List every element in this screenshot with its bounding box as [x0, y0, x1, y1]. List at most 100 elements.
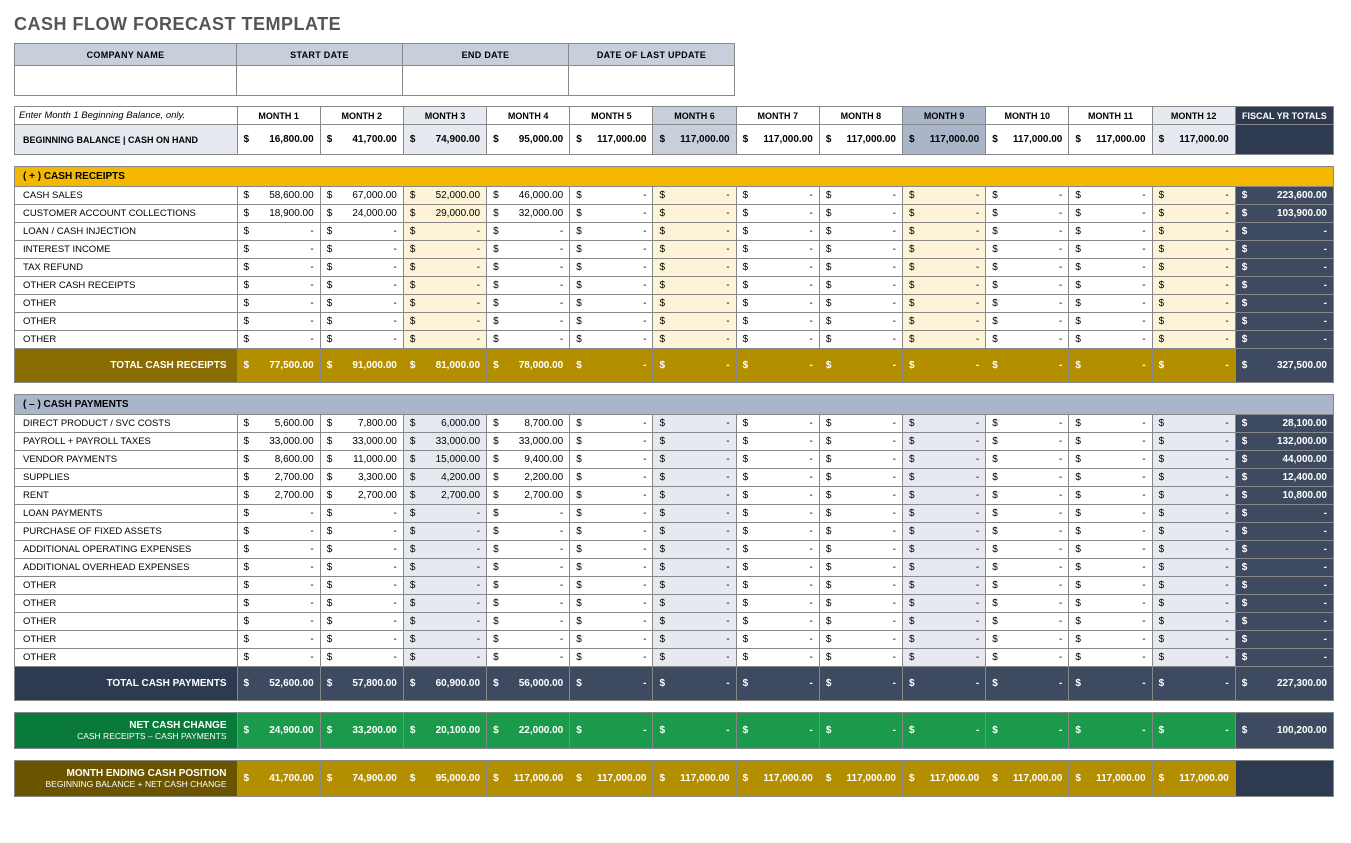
receipts-cell[interactable]: -: [1069, 295, 1152, 313]
payments-cell[interactable]: -: [403, 577, 486, 595]
receipts-cell[interactable]: -: [819, 205, 902, 223]
payments-cell[interactable]: -: [487, 613, 570, 631]
payments-cell[interactable]: -: [986, 613, 1069, 631]
payments-cell[interactable]: -: [736, 433, 819, 451]
payments-cell[interactable]: -: [237, 559, 320, 577]
payments-cell[interactable]: -: [903, 541, 986, 559]
payments-cell[interactable]: -: [570, 649, 653, 667]
receipts-cell[interactable]: -: [1069, 313, 1152, 331]
company-name-input[interactable]: [15, 66, 237, 96]
payments-cell[interactable]: -: [986, 469, 1069, 487]
receipts-cell[interactable]: -: [570, 277, 653, 295]
beginning-balance-cell[interactable]: 41,700.00: [320, 125, 403, 155]
payments-cell[interactable]: -: [403, 613, 486, 631]
payments-cell[interactable]: -: [1152, 577, 1235, 595]
payments-cell[interactable]: -: [819, 415, 902, 433]
payments-cell[interactable]: -: [1069, 541, 1152, 559]
payments-cell[interactable]: -: [237, 631, 320, 649]
receipts-cell[interactable]: -: [1152, 205, 1235, 223]
payments-cell[interactable]: -: [903, 613, 986, 631]
payments-cell[interactable]: 7,800.00: [320, 415, 403, 433]
receipts-cell[interactable]: -: [736, 259, 819, 277]
payments-cell[interactable]: -: [819, 505, 902, 523]
payments-cell[interactable]: -: [487, 541, 570, 559]
payments-cell[interactable]: -: [1152, 487, 1235, 505]
receipts-cell[interactable]: -: [903, 259, 986, 277]
receipts-cell[interactable]: -: [819, 241, 902, 259]
payments-cell[interactable]: -: [237, 523, 320, 541]
payments-cell[interactable]: 4,200.00: [403, 469, 486, 487]
payments-cell[interactable]: -: [1069, 415, 1152, 433]
receipts-cell[interactable]: -: [487, 331, 570, 349]
payments-cell[interactable]: -: [819, 433, 902, 451]
receipts-cell[interactable]: -: [819, 259, 902, 277]
beginning-balance-cell[interactable]: 117,000.00: [903, 125, 986, 155]
receipts-cell[interactable]: -: [736, 187, 819, 205]
receipts-cell[interactable]: -: [653, 259, 736, 277]
payments-cell[interactable]: -: [403, 595, 486, 613]
payments-cell[interactable]: -: [570, 559, 653, 577]
payments-cell[interactable]: -: [653, 433, 736, 451]
payments-cell[interactable]: -: [903, 451, 986, 469]
payments-cell[interactable]: -: [903, 505, 986, 523]
receipts-cell[interactable]: -: [403, 277, 486, 295]
payments-cell[interactable]: -: [903, 415, 986, 433]
receipts-cell[interactable]: -: [903, 205, 986, 223]
receipts-cell[interactable]: -: [819, 187, 902, 205]
receipts-cell[interactable]: -: [903, 331, 986, 349]
payments-cell[interactable]: -: [653, 541, 736, 559]
receipts-cell[interactable]: 52,000.00: [403, 187, 486, 205]
last-update-input[interactable]: [569, 66, 735, 96]
payments-cell[interactable]: -: [1152, 541, 1235, 559]
receipts-cell[interactable]: -: [819, 313, 902, 331]
payments-cell[interactable]: -: [653, 559, 736, 577]
receipts-cell[interactable]: -: [903, 313, 986, 331]
receipts-cell[interactable]: -: [986, 277, 1069, 295]
receipts-cell[interactable]: -: [653, 295, 736, 313]
payments-cell[interactable]: -: [487, 595, 570, 613]
payments-cell[interactable]: -: [1152, 559, 1235, 577]
beginning-balance-cell[interactable]: 117,000.00: [736, 125, 819, 155]
receipts-cell[interactable]: -: [819, 295, 902, 313]
payments-cell[interactable]: -: [653, 577, 736, 595]
receipts-cell[interactable]: -: [903, 295, 986, 313]
receipts-cell[interactable]: -: [653, 241, 736, 259]
receipts-cell[interactable]: -: [1152, 295, 1235, 313]
payments-cell[interactable]: -: [320, 523, 403, 541]
receipts-cell[interactable]: -: [237, 241, 320, 259]
payments-cell[interactable]: 9,400.00: [487, 451, 570, 469]
payments-cell[interactable]: -: [986, 451, 1069, 469]
receipts-cell[interactable]: -: [986, 259, 1069, 277]
payments-cell[interactable]: -: [986, 433, 1069, 451]
receipts-cell[interactable]: -: [1069, 223, 1152, 241]
receipts-cell[interactable]: -: [986, 295, 1069, 313]
start-date-input[interactable]: [237, 66, 403, 96]
payments-cell[interactable]: 15,000.00: [403, 451, 486, 469]
payments-cell[interactable]: -: [819, 577, 902, 595]
receipts-cell[interactable]: -: [736, 331, 819, 349]
receipts-cell[interactable]: 24,000.00: [320, 205, 403, 223]
receipts-cell[interactable]: -: [237, 259, 320, 277]
receipts-cell[interactable]: -: [736, 295, 819, 313]
beginning-balance-cell[interactable]: 117,000.00: [986, 125, 1069, 155]
payments-cell[interactable]: -: [320, 649, 403, 667]
receipts-cell[interactable]: -: [570, 205, 653, 223]
payments-cell[interactable]: -: [403, 523, 486, 541]
payments-cell[interactable]: 2,700.00: [237, 469, 320, 487]
receipts-cell[interactable]: -: [570, 259, 653, 277]
receipts-cell[interactable]: -: [1069, 205, 1152, 223]
receipts-cell[interactable]: -: [487, 241, 570, 259]
payments-cell[interactable]: -: [570, 451, 653, 469]
end-date-input[interactable]: [403, 66, 569, 96]
payments-cell[interactable]: -: [570, 469, 653, 487]
receipts-cell[interactable]: -: [736, 205, 819, 223]
payments-cell[interactable]: -: [819, 559, 902, 577]
payments-cell[interactable]: 2,200.00: [487, 469, 570, 487]
payments-cell[interactable]: -: [320, 631, 403, 649]
payments-cell[interactable]: -: [487, 577, 570, 595]
payments-cell[interactable]: -: [819, 523, 902, 541]
receipts-cell[interactable]: 67,000.00: [320, 187, 403, 205]
payments-cell[interactable]: -: [653, 613, 736, 631]
beginning-balance-cell[interactable]: 117,000.00: [570, 125, 653, 155]
receipts-cell[interactable]: -: [487, 259, 570, 277]
